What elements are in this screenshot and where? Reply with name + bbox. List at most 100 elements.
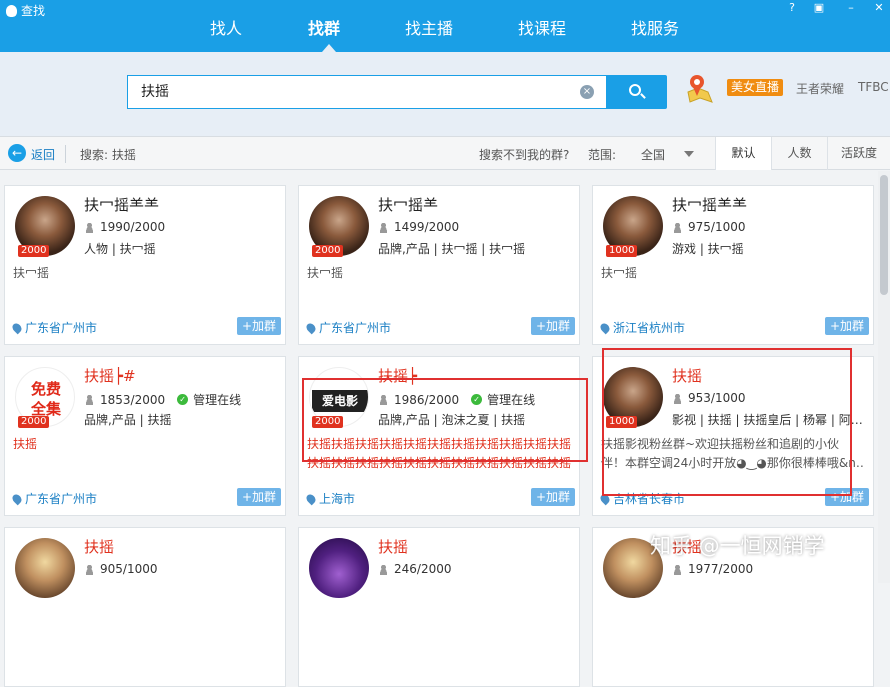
search-query-label: 搜索: 扶摇 [80,148,136,162]
capacity-badge: 1000 [606,416,638,428]
admin-online-status: 管理在线 [193,393,242,407]
member-count: 975/1000 [672,220,746,234]
nav-tabs: 找人 找群 找主播 找课程 找服务 [0,16,890,44]
group-tags: 品牌,产品 | 泡沫之夏 | 扶摇 [378,413,526,427]
location-pin-icon [10,492,24,505]
hot-word-link[interactable]: 王者荣耀 [796,80,844,97]
group-card[interactable]: 2000 扶冖摇⺷ 1499/2000 品牌,产品 | 扶冖摇 | 扶冖摇 扶冖… [298,185,580,345]
join-group-button[interactable]: +加群 [236,488,281,506]
join-group-button[interactable]: +加群 [236,317,281,335]
tab-find-groups[interactable]: 找群 [306,16,342,42]
join-group-button[interactable]: +加群 [530,317,575,335]
watermark: 知乎 @一恒网销学 [650,534,825,558]
sort-tab-default[interactable]: 默认 [715,137,771,170]
filter-bar: ← 返回 搜索: 扶摇 搜索不到我的群? 范围: 全国 默认 人数 活跃度 [0,136,890,170]
avatar-text: 免费 [30,380,61,398]
group-card[interactable]: 1000 扶摇 953/1000 影视 | 扶摇 | 扶摇皇后 | 杨幂 | 阿… [592,356,874,516]
capacity-badge: 2000 [312,416,344,428]
scope-label: 范围: [588,148,617,162]
promo-badge[interactable]: 美女直播 [727,79,784,96]
check-circle-icon: ✓ [471,394,483,405]
group-avatar [309,538,369,598]
capacity-badge: 2000 [18,416,50,428]
sort-tab-activity[interactable]: 活跃度 [827,137,890,170]
member-count: 1499/2000 [378,220,459,234]
member-count: 1853/2000 ✓ 管理在线 [84,391,241,408]
admin-online-status: 管理在线 [487,393,536,407]
group-description: 扶冖摇 [601,266,638,280]
group-name[interactable]: 扶冖摇⺷⺷ [672,194,747,215]
skin-icon[interactable]: ▣ [813,2,825,14]
member-count: 1977/2000 [672,562,753,576]
group-card[interactable]: 2000 扶冖摇⺷⺷ 1990/2000 人物 | 扶冖摇 扶冖摇 广东省广州市… [4,185,286,345]
group-location: 浙江省杭州市 [598,319,685,336]
join-group-button[interactable]: +加群 [824,488,869,506]
qq-logo-icon [6,4,17,17]
clear-search-icon[interactable]: × [580,85,594,99]
tab-find-services[interactable]: 找服务 [629,16,681,42]
group-location: 上海市 [304,490,355,507]
help-icon[interactable]: ? [786,2,798,14]
minimize-icon[interactable]: – [845,2,857,14]
close-icon[interactable]: ✕ [873,2,885,14]
location-pin-icon [598,321,612,334]
group-location: 广东省广州市 [304,319,391,336]
group-description: 扶冖摇 [307,266,344,280]
sort-tab-members[interactable]: 人数 [771,137,827,170]
member-count: 1986/2000 ✓ 管理在线 [378,391,535,408]
active-tab-caret [322,44,336,52]
scope-select[interactable]: 全国 [641,146,665,163]
group-card[interactable]: 1000 扶冖摇⺷⺷ 975/1000 游戏 | 扶冖摇 扶冖摇 浙江省杭州市 … [592,185,874,345]
location-pin-icon [10,321,24,334]
title-bar: 查找 ? ▣ – ✕ 找人 找群 找主播 找课程 找服务 [0,0,890,52]
person-icon [672,392,683,404]
group-name[interactable]: 扶摇┝ [378,365,417,386]
tab-find-streamers[interactable]: 找主播 [403,16,455,42]
person-icon [84,221,95,233]
group-card[interactable]: 扶摇 246/2000 [298,527,580,687]
scrollbar-thumb[interactable] [880,175,888,295]
group-name[interactable]: 扶摇 [378,536,408,557]
not-found-link[interactable]: 搜索不到我的群? [479,146,569,163]
group-card[interactable]: 免费 全集 2000 扶摇┝# 1853/2000 ✓ 管理在线 品牌,产品 | 扶… [4,356,286,516]
member-count: 905/1000 [84,562,158,576]
group-description: 扶摇 [13,437,38,451]
group-name[interactable]: 扶摇 [84,536,114,557]
avatar-text: 爱电影 [312,390,368,412]
group-name[interactable]: 扶摇┝# [84,365,136,386]
search-input[interactable]: 扶摇 [127,75,607,109]
group-avatar [15,538,75,598]
group-description: 扶摇扶摇扶摇扶摇扶摇扶摇扶摇扶摇扶摇扶摇扶摇 扶摇扶摇扶摇扶摇扶摇扶摇扶摇扶摇扶摇… [307,437,571,470]
group-description: 扶摇影视粉丝群~欢迎扶摇粉丝和追剧的小伙 伴！本群空调24小时开放◕‿◕那你很棒棒… [601,437,865,470]
map-pin-icon[interactable] [684,72,714,104]
tab-find-courses[interactable]: 找课程 [516,16,568,42]
location-pin-icon [304,492,318,505]
person-icon [672,221,683,233]
group-tags: 游戏 | 扶冖摇 [672,242,744,256]
search-button[interactable] [607,75,667,109]
group-tags: 品牌,产品 | 扶冖摇 | 扶冖摇 [378,242,526,256]
group-card[interactable]: 扶摇 905/1000 [4,527,286,687]
group-name[interactable]: 扶摇 [672,365,702,386]
group-description: 扶冖摇 [13,266,50,280]
capacity-badge: 2000 [18,245,50,257]
hot-word-link[interactable]: TFBC [858,80,889,94]
member-count: 246/2000 [378,562,452,576]
join-group-button[interactable]: +加群 [530,488,575,506]
tab-find-people[interactable]: 找人 [208,16,244,42]
check-circle-icon: ✓ [177,394,189,405]
person-icon [84,563,95,575]
group-name[interactable]: 扶冖摇⺷ [378,194,438,215]
chevron-down-icon[interactable] [684,151,694,157]
location-pin-icon [304,321,318,334]
person-icon [378,394,389,405]
group-card[interactable]: 爱电影 2000 扶摇┝ 1986/2000 ✓ 管理在线 品牌,产品 | 泡沫之夏… [298,356,580,516]
vertical-scrollbar[interactable] [878,171,890,583]
group-location: 广东省广州市 [10,490,97,507]
back-link[interactable]: 返回 [31,146,55,163]
person-icon [84,394,95,405]
back-arrow-icon[interactable]: ← [8,144,26,162]
join-group-button[interactable]: +加群 [824,317,869,335]
group-name[interactable]: 扶冖摇⺷⺷ [84,194,159,215]
group-tags: 人物 | 扶冖摇 [84,242,156,256]
